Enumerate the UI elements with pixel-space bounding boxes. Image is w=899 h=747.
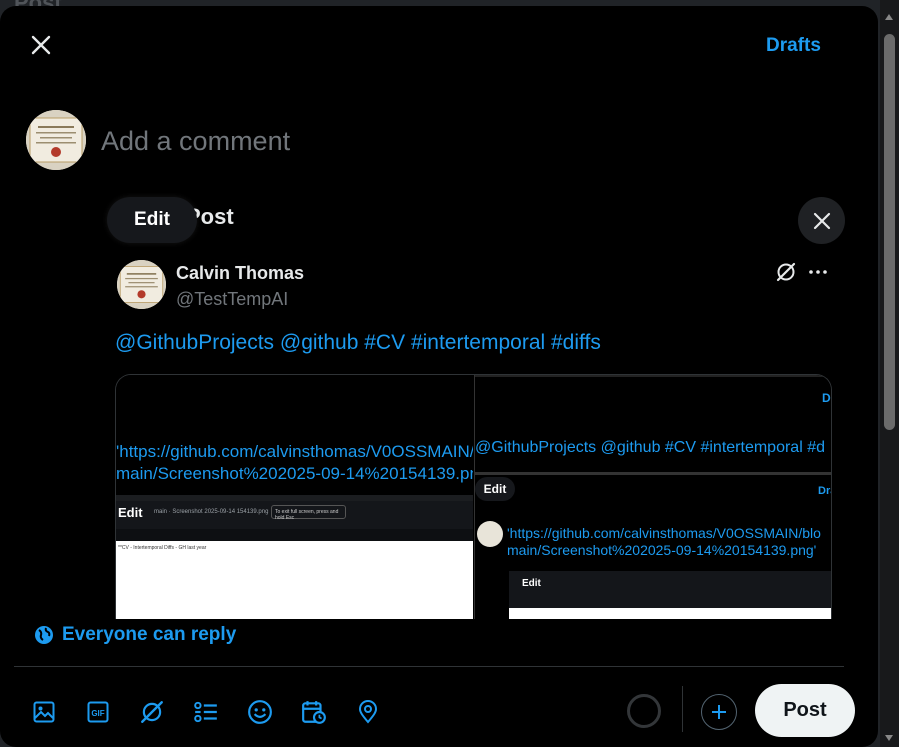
media-right-link-line1: 'https://github.com/calvinsthomas/V0OSSM… (507, 525, 821, 541)
media-right-shot-page (509, 608, 831, 619)
close-icon (813, 212, 830, 229)
more-icon (809, 270, 827, 274)
schedule-icon (301, 700, 326, 724)
poll-button[interactable] (190, 696, 221, 727)
media-icon (33, 701, 54, 722)
reply-settings-label: Everyone can reply (62, 624, 237, 645)
remove-quote-button[interactable] (798, 197, 845, 244)
media-right-shot-edit: Edit (522, 578, 541, 589)
media-left-link-line2: main/Screenshot%202025-09-14%20154139.pn… (116, 464, 473, 483)
media-right-topbar (475, 375, 831, 377)
emoji-icon (247, 699, 272, 724)
media-right-drafts: Dr (822, 391, 831, 405)
media-left-file-label: main · Screenshot 2025-09-14 154139.png (154, 509, 269, 515)
media-image-right[interactable]: Dr @GithubProjects @github #CV #intertem… (474, 375, 831, 619)
more-options-button[interactable] (808, 262, 828, 287)
toolbar-separator (682, 686, 683, 732)
quote-media[interactable]: 'https://github.com/calvinsthomas/V0OSSM… (115, 374, 832, 619)
scrollbar-thumb[interactable] (884, 34, 895, 430)
close-icon (31, 35, 51, 55)
quote-author-name[interactable]: Calvin Thomas (176, 263, 304, 284)
media-right-text: @GithubProjects @github #CV #intertempor… (475, 439, 825, 456)
grok-icon (776, 262, 796, 282)
media-left-subbar (116, 529, 473, 541)
drafts-link[interactable]: Drafts (766, 35, 821, 57)
reply-modal: Drafts Post Edit Calvin Thomas @TestTemp… (0, 6, 878, 747)
schedule-button[interactable] (298, 696, 329, 727)
gif-icon: GIF (87, 701, 108, 722)
certificate-avatar-image (117, 260, 166, 309)
media-left-page-text: **CV - Intertemporal Diffs - GH last yea… (118, 545, 207, 551)
scroll-down-arrow-icon[interactable] (885, 735, 893, 741)
post-button[interactable]: Post (755, 684, 855, 737)
media-left-page (116, 541, 473, 619)
grok-button[interactable] (774, 260, 798, 289)
media-right-link-line2: main/Screenshot%202025-09-14%20154139.pn… (507, 542, 817, 558)
avatar[interactable] (26, 110, 86, 170)
grok-icon (140, 700, 163, 723)
media-right-avatar (477, 521, 503, 547)
globe-icon (35, 626, 53, 644)
add-post-button[interactable] (701, 694, 737, 730)
media-image-left[interactable]: 'https://github.com/calvinsthomas/V0OSSM… (116, 375, 473, 619)
media-left-edit-label: Edit (118, 505, 143, 520)
toolbar-divider (14, 666, 844, 667)
scroll-up-arrow-icon[interactable] (885, 14, 893, 20)
location-button[interactable] (352, 696, 383, 727)
reply-settings-button[interactable]: Everyone can reply (34, 624, 236, 646)
certificate-avatar-image (26, 110, 86, 170)
gif-button[interactable]: GIF (82, 696, 113, 727)
quote-author-avatar[interactable] (117, 260, 166, 309)
quote-author-handle[interactable]: @TestTempAI (176, 289, 288, 310)
quote-text: @GithubProjects @github #CV #intertempor… (115, 331, 601, 354)
svg-text:GIF: GIF (91, 709, 104, 718)
plus-icon (712, 705, 726, 719)
media-right-divider (475, 472, 831, 475)
media-right-drafts-2: Dra (818, 485, 831, 497)
media-left-hint: To exit full screen, press and hold Esc (271, 505, 346, 521)
media-button[interactable] (28, 696, 59, 727)
comment-input[interactable] (101, 120, 801, 162)
close-button[interactable] (22, 26, 60, 64)
media-right-edit-pill: Edit (475, 477, 515, 501)
location-icon (358, 699, 377, 724)
media-right-link: 'https://github.com/calvinsthomas/V0OSSM… (507, 525, 821, 559)
grok-tool-button[interactable] (136, 696, 167, 727)
poll-icon (193, 701, 217, 722)
character-counter (627, 694, 661, 728)
media-left-link: 'https://github.com/calvinsthomas/V0OSSM… (116, 441, 473, 485)
composer-toolbar: GIF (28, 696, 383, 727)
edit-button[interactable]: Edit (107, 197, 197, 243)
media-left-link-line1: 'https://github.com/calvinsthomas/V0OSSM… (116, 442, 473, 461)
emoji-button[interactable] (244, 696, 275, 727)
